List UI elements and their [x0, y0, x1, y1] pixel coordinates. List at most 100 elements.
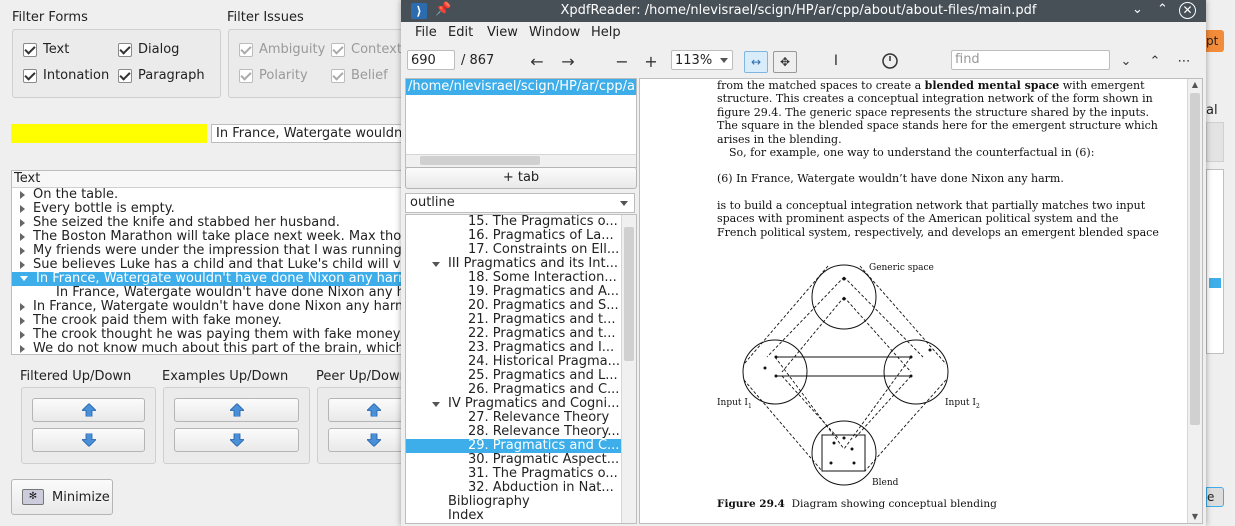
tree-row[interactable]: In France, Watergate wouldn't have done … — [12, 272, 408, 286]
maximize-window-icon[interactable]: ⌃ — [1157, 2, 1168, 17]
examples-down-button[interactable] — [174, 428, 299, 452]
tree-row[interactable]: My friends were under the impression tha… — [12, 244, 408, 258]
tree-row[interactable]: On the table. — [12, 188, 408, 202]
checkbox-dialog[interactable]: Dialog — [118, 42, 179, 57]
pdf-text-run: with emergent — [1059, 79, 1145, 92]
menu-edit[interactable]: Edit — [448, 25, 473, 40]
add-tab-button[interactable]: + tab — [405, 167, 637, 189]
tree-row[interactable]: She seized the knife and stabbed her hus… — [12, 216, 408, 230]
tree-row[interactable]: In France, Watergate wouldn't have done … — [12, 286, 408, 300]
outline-item[interactable]: Index — [406, 509, 636, 523]
expand-right-icon[interactable] — [20, 190, 25, 199]
tree-row[interactable]: The crook thought he was paying them wit… — [12, 328, 408, 342]
expand-right-icon[interactable] — [20, 316, 25, 325]
checkbox-intonation[interactable]: Intonation — [23, 68, 109, 83]
outline-item[interactable]: 32. Abduction in Nat... — [406, 481, 636, 495]
examples-up-button[interactable] — [174, 398, 299, 422]
filtered-up-button[interactable] — [32, 398, 145, 422]
minimize-button[interactable]: ✻ Minimize — [11, 479, 113, 515]
forward-icon[interactable]: → — [557, 51, 579, 71]
pdf-view[interactable]: from the matched spaces to create a blen… — [639, 78, 1203, 524]
outline-item[interactable]: 16. Pragmatics of La... — [406, 229, 636, 243]
checkbox-paragraph[interactable]: Paragraph — [118, 68, 205, 83]
scroll-thumb[interactable] — [420, 156, 540, 165]
zoom-select[interactable]: 113% — [671, 50, 733, 70]
filtered-down-button[interactable] — [32, 428, 145, 452]
expand-right-icon[interactable] — [20, 260, 25, 269]
page-number-input[interactable]: 690 — [407, 50, 455, 70]
expand-right-icon[interactable] — [20, 218, 25, 227]
outline-item[interactable]: 17. Constraints on Ell... — [406, 243, 636, 257]
expand-right-icon[interactable] — [20, 330, 25, 339]
menu-window[interactable]: Window — [529, 25, 580, 40]
expand-right-icon[interactable] — [20, 204, 25, 213]
expand-down-icon[interactable] — [20, 276, 28, 281]
outline-item[interactable]: 18. Some Interaction... — [406, 271, 636, 285]
tree-row[interactable]: In France, Watergate wouldn't have done … — [12, 300, 408, 314]
outline-item[interactable]: 29. Pragmatics and C... — [406, 439, 636, 453]
find-input[interactable]: find — [951, 50, 1110, 70]
collapse-icon[interactable] — [432, 402, 440, 407]
more-options-icon[interactable]: ⋯ — [1173, 51, 1195, 71]
zoom-in-icon[interactable]: + — [640, 51, 662, 71]
outline-item[interactable]: 25. Pragmatics and L... — [406, 369, 636, 383]
tree-row[interactable]: We do not know much about this part of t… — [12, 342, 408, 354]
outline-item[interactable]: 24. Historical Pragma... — [406, 355, 636, 369]
scroll-thumb[interactable] — [1190, 93, 1200, 425]
expand-right-icon[interactable] — [20, 232, 25, 241]
checkbox-text[interactable]: Text — [23, 42, 69, 57]
right-edge-scrollbar[interactable] — [1206, 169, 1224, 354]
checkbox-context[interactable]: Context — [331, 42, 402, 57]
fit-page-icon[interactable]: ✥ — [773, 51, 797, 73]
outline-item[interactable]: 15. The Pragmatics o... — [406, 215, 636, 229]
outline-item[interactable]: 20. Pragmatics and S... — [406, 299, 636, 313]
outline-item[interactable]: IV Pragmatics and Cogni... — [406, 397, 636, 411]
outline-item[interactable]: 31. The Pragmatics o... — [406, 467, 636, 481]
tree-row[interactable]: The Boston Marathon will take place next… — [12, 230, 408, 244]
expand-right-icon[interactable] — [20, 246, 25, 255]
menu-file[interactable]: File — [415, 25, 437, 40]
outline-item[interactable]: 30. Pragmatic Aspect... — [406, 453, 636, 467]
tab-list-hscroll[interactable] — [406, 154, 636, 167]
fit-width-icon[interactable]: ↔ — [744, 51, 768, 73]
minimize-window-icon[interactable]: ⌄ — [1132, 2, 1143, 17]
tree-row[interactable]: Sue believes Luke has a child and that L… — [12, 258, 408, 272]
menu-help[interactable]: Help — [591, 25, 621, 40]
outline-item[interactable]: 28. Relevance Theory... — [406, 425, 636, 439]
outline-item[interactable]: 27. Relevance Theory — [406, 411, 636, 425]
zoom-out-icon[interactable]: − — [611, 51, 633, 71]
menu-view[interactable]: View — [487, 25, 518, 40]
scroll-thumb[interactable] — [624, 227, 634, 361]
close-window-icon[interactable]: ✕ — [1179, 2, 1196, 19]
outline-item-label: 23. Pragmatics and I... — [468, 341, 615, 355]
scroll-up-icon[interactable]: ▲ — [1188, 79, 1202, 91]
outline-item[interactable]: 21. Pragmatics and t... — [406, 313, 636, 327]
checkbox-belief[interactable]: Belief — [331, 68, 388, 83]
expand-right-icon[interactable] — [20, 302, 25, 311]
find-prev-icon[interactable]: ⌃ — [1144, 51, 1166, 71]
back-icon[interactable]: ← — [526, 51, 548, 71]
tree-row-text: The crook thought he was paying them wit… — [33, 327, 409, 342]
checkbox-ambiguity[interactable]: Ambiguity — [239, 42, 325, 57]
scroll-down-icon[interactable]: ▼ — [1188, 511, 1202, 523]
rotate-icon[interactable] — [879, 51, 901, 71]
expand-right-icon[interactable] — [20, 344, 25, 353]
collapse-icon[interactable] — [432, 262, 440, 267]
tree-row[interactable]: The crook paid them with fake money. — [12, 314, 408, 328]
tree-row[interactable]: Every bottle is empty. — [12, 202, 408, 216]
outline-item[interactable]: 19. Pragmatics and A... — [406, 285, 636, 299]
right-edge-button[interactable]: e — [1206, 487, 1224, 507]
tab-item[interactable]: /home/nlevisrael/scign/HP/ar/cpp/ab — [406, 79, 636, 95]
outline-item[interactable]: 26. Pragmatics and C... — [406, 383, 636, 397]
outline-vscroll[interactable] — [621, 215, 636, 523]
search-input[interactable]: In France, Watergate wouldn't — [211, 124, 411, 143]
sidebar-mode-select[interactable]: outline — [405, 193, 635, 213]
checkbox-polarity[interactable]: Polarity — [239, 68, 308, 83]
pdf-vscroll[interactable]: ▲ ▼ — [1187, 79, 1202, 523]
text-select-icon[interactable]: I — [825, 51, 847, 71]
outline-item[interactable]: Bibliography — [406, 495, 636, 509]
find-next-icon[interactable]: ⌄ — [1115, 51, 1137, 71]
outline-item[interactable]: 23. Pragmatics and I... — [406, 341, 636, 355]
outline-item[interactable]: III Pragmatics and its Int... — [406, 257, 636, 271]
outline-item[interactable]: 22. Pragmatics and t... — [406, 327, 636, 341]
